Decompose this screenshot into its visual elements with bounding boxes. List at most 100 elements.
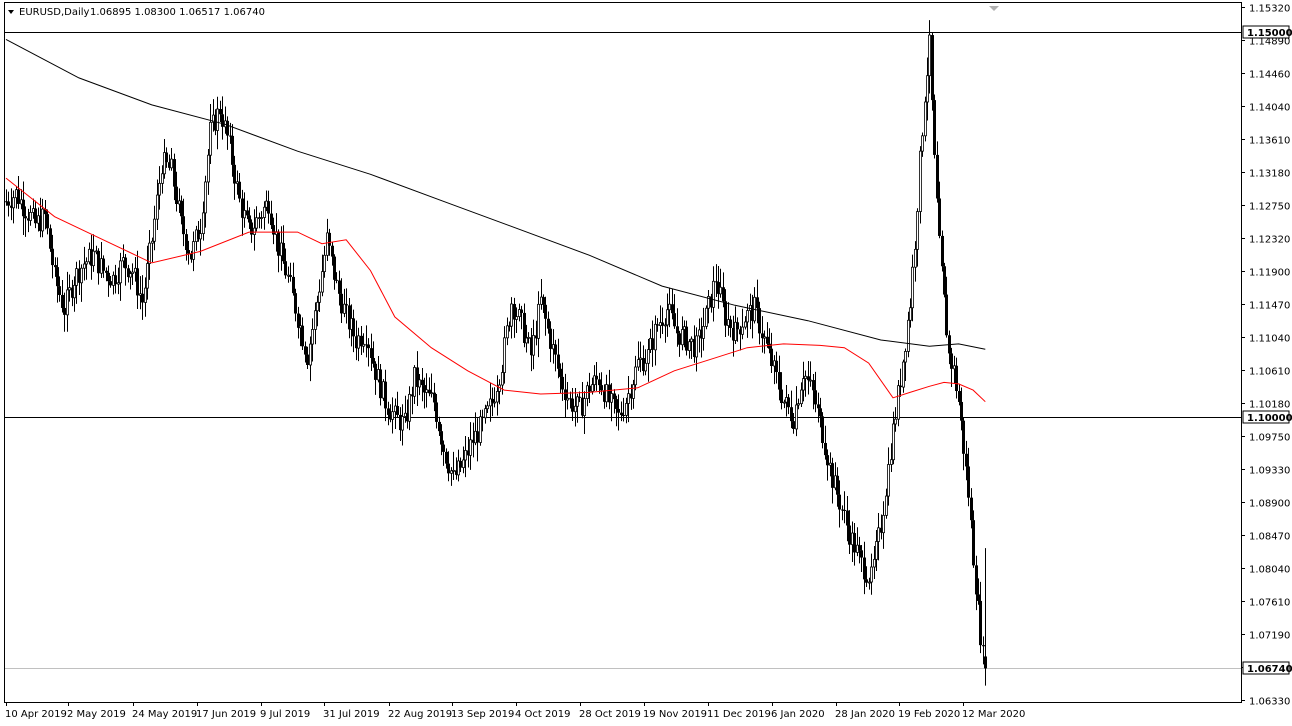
candle-body-up bbox=[625, 403, 628, 416]
candle-body-up bbox=[897, 385, 900, 420]
y-tick-label: 1.10180 bbox=[1249, 400, 1290, 411]
candle-body-down bbox=[756, 297, 759, 309]
candle-body-up bbox=[316, 301, 319, 312]
candle-body-up bbox=[644, 362, 647, 372]
candle-body-down bbox=[768, 343, 771, 349]
candle-body-up bbox=[537, 303, 540, 339]
candle-body-down bbox=[105, 270, 108, 273]
candle-body-up bbox=[41, 208, 44, 232]
candle-body-down bbox=[384, 381, 387, 409]
candle-body-down bbox=[333, 256, 336, 280]
candle-body-up bbox=[688, 341, 691, 351]
candle-body-down bbox=[651, 338, 654, 350]
candle-body-down bbox=[899, 385, 902, 388]
candle-body-down bbox=[175, 186, 178, 204]
candle-body-up bbox=[510, 303, 513, 327]
candle-body-down bbox=[421, 379, 424, 386]
candle-body-down bbox=[578, 396, 581, 398]
candle-body-down bbox=[821, 416, 824, 443]
candle-body-down bbox=[571, 398, 574, 412]
candle-body-down bbox=[372, 357, 375, 364]
candle-body-down bbox=[598, 379, 601, 386]
candle-body-up bbox=[802, 378, 805, 391]
candle-body-up bbox=[66, 289, 69, 316]
y-tick-label: 1.08040 bbox=[1249, 565, 1290, 576]
candle-body-down bbox=[24, 216, 27, 219]
candle-body-up bbox=[907, 319, 910, 352]
candle-body-up bbox=[566, 397, 569, 401]
candle-body-down bbox=[724, 301, 727, 326]
price-chart[interactable]: 1.063301.067601.071901.076101.080401.084… bbox=[0, 0, 1292, 726]
candle-body-down bbox=[787, 397, 790, 408]
candle-body-down bbox=[54, 265, 57, 268]
candle-body-down bbox=[284, 261, 287, 276]
candle-body-up bbox=[877, 527, 880, 542]
candle-body-down bbox=[941, 235, 944, 267]
candle-body-down bbox=[219, 109, 222, 115]
candle-body-down bbox=[340, 293, 343, 314]
candle-body-up bbox=[80, 267, 83, 284]
candle-body-down bbox=[173, 159, 176, 187]
candle-body-down bbox=[975, 565, 978, 595]
candle-body-up bbox=[911, 266, 914, 309]
candle-body-down bbox=[770, 348, 773, 367]
candle-body-down bbox=[272, 225, 275, 235]
candle-body-up bbox=[192, 241, 195, 260]
candle-body-up bbox=[527, 336, 530, 339]
candle-body-down bbox=[544, 304, 547, 319]
x-tick-label: 6 Jan 2020 bbox=[771, 709, 825, 720]
candle-body-down bbox=[557, 354, 560, 369]
candle-body-up bbox=[882, 514, 885, 534]
x-tick-label: 12 Mar 2020 bbox=[962, 709, 1025, 720]
candle-body-up bbox=[156, 194, 159, 220]
candle-body-up bbox=[627, 393, 630, 404]
candle-body-down bbox=[124, 257, 127, 269]
candle-body-down bbox=[622, 415, 625, 417]
candle-body-down bbox=[328, 232, 331, 246]
candle-body-up bbox=[357, 335, 360, 349]
candle-body-up bbox=[391, 411, 394, 420]
candle-body-down bbox=[766, 336, 769, 344]
candle-body-up bbox=[800, 389, 803, 405]
x-tick-label: 28 Jan 2020 bbox=[835, 709, 895, 720]
candle-body-down bbox=[863, 557, 866, 580]
candle-body-up bbox=[418, 379, 421, 388]
candle-body-up bbox=[85, 261, 88, 265]
x-tick-label: 22 Aug 2019 bbox=[388, 709, 452, 720]
candle-body-down bbox=[824, 442, 827, 456]
candle-body-down bbox=[613, 393, 616, 400]
candle-body-up bbox=[464, 450, 467, 461]
candle-body-down bbox=[775, 360, 778, 373]
candle-body-up bbox=[413, 367, 416, 397]
candle-body-down bbox=[233, 164, 236, 184]
candle-body-down bbox=[165, 152, 168, 163]
candle-body-down bbox=[955, 365, 958, 392]
candle-body-up bbox=[873, 558, 876, 568]
candle-body-down bbox=[736, 322, 739, 330]
candle-body-up bbox=[83, 263, 86, 269]
candle-body-down bbox=[481, 416, 484, 418]
candle-body-down bbox=[51, 248, 54, 266]
candle-body-down bbox=[831, 463, 834, 488]
candle-body-up bbox=[892, 423, 895, 461]
candle-body-up bbox=[401, 416, 404, 431]
candle-body-up bbox=[144, 287, 147, 303]
y-tick-label: 1.15320 bbox=[1249, 4, 1290, 15]
candle-body-up bbox=[263, 206, 266, 218]
candle-body-up bbox=[885, 495, 888, 516]
candle-body-down bbox=[817, 404, 820, 409]
price-marker-label: 1.15000 bbox=[1247, 28, 1292, 39]
candle-body-down bbox=[433, 392, 436, 403]
candle-body-down bbox=[938, 198, 941, 236]
candle-body-up bbox=[119, 260, 122, 284]
candle-body-up bbox=[610, 393, 613, 403]
candle-body-down bbox=[289, 275, 292, 277]
x-tick-label: 31 Jul 2019 bbox=[323, 709, 380, 720]
candle-body-down bbox=[58, 286, 61, 295]
candle-body-down bbox=[792, 421, 795, 429]
candle-body-up bbox=[904, 351, 907, 363]
x-tick-label: 17 Jun 2019 bbox=[196, 709, 256, 720]
y-tick-label: 1.14040 bbox=[1249, 103, 1290, 114]
candle-body-up bbox=[916, 211, 919, 250]
candle-body-up bbox=[12, 197, 15, 209]
